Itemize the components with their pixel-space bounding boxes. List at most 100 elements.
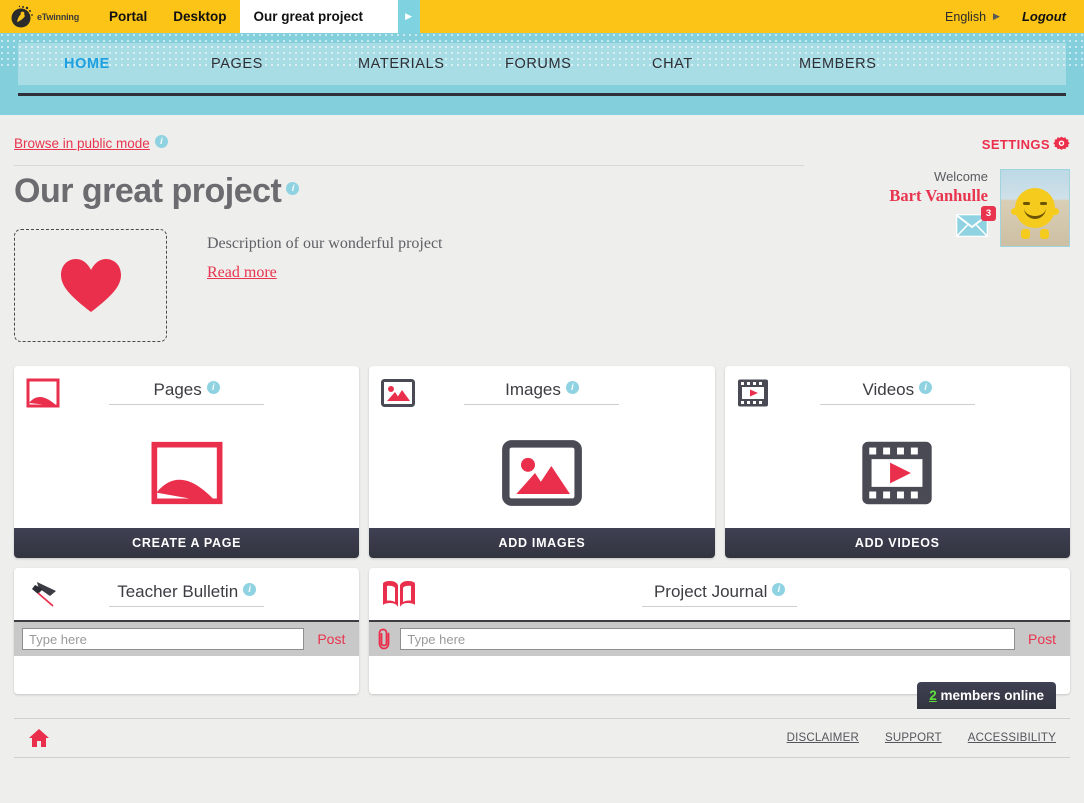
topnav-desktop[interactable]: Desktop [160, 0, 239, 33]
card-bulletin-header: Teacher Bulletin i [14, 568, 359, 620]
footer-link-support[interactable]: SUPPORT [885, 732, 942, 744]
card-journal-title-row: Project Journal i [653, 581, 786, 602]
image-icon-large [502, 440, 582, 506]
image-icon [381, 379, 416, 408]
info-icon-pages[interactable]: i [206, 380, 220, 394]
card-teacher-bulletin: Teacher Bulletin i Post [14, 568, 360, 695]
card-images-title: Images [505, 379, 561, 399]
card-videos-title-wrap: Videos i [819, 379, 975, 405]
members-online-badge[interactable]: 2 members online [917, 682, 1056, 710]
settings-button[interactable]: SETTINGS [982, 136, 1070, 153]
members-online-count[interactable]: 2 [929, 688, 937, 703]
tab-dropdown-arrow-icon[interactable]: ▶ [397, 0, 420, 33]
welcome-block: Welcome Bart Vanhulle 3 [804, 165, 1070, 342]
read-more-link[interactable]: Read more [207, 264, 277, 282]
footer: 2 members online DISCLAIMER SUPPORT ACCE… [14, 682, 1070, 759]
info-icon-videos[interactable]: i [919, 380, 933, 394]
card-images-title-rule [464, 403, 620, 405]
avatar-foot-left [1021, 229, 1030, 239]
nav-item-chat[interactable]: CHAT [652, 56, 693, 72]
card-pages-title-row: Pages i [154, 380, 220, 400]
card-images-body [369, 418, 714, 528]
video-icon [737, 379, 768, 407]
browse-public-mode-link[interactable]: Browse in public mode [14, 136, 150, 151]
open-book-icon [383, 581, 416, 608]
info-icon-images[interactable]: i [565, 380, 579, 394]
nav-slot-materials: MATERIALS [312, 55, 459, 73]
heart-icon [60, 259, 121, 313]
card-bulletin-title: Teacher Bulletin [117, 581, 239, 601]
project-description: Description of our wonderful project [207, 235, 443, 253]
pushpin-icon [32, 582, 56, 607]
etwinning-logo[interactable]: eTwinning [0, 0, 96, 33]
journal-post-row: Post [369, 620, 1070, 657]
home-icon[interactable] [28, 728, 50, 748]
create-a-page-button[interactable]: CREATE A PAGE [14, 528, 360, 559]
language-selector[interactable]: English ▶ [945, 10, 1000, 24]
nav-underline-rule [18, 93, 1066, 96]
card-pages-title: Pages [153, 379, 202, 399]
journal-input[interactable] [400, 628, 1015, 651]
language-label: English [945, 9, 987, 24]
bulletin-post-button[interactable]: Post [311, 631, 351, 647]
description-row: Description of our wonderful project Rea… [14, 229, 804, 343]
welcome-label: Welcome [934, 169, 988, 184]
main-navigation: HOME PAGES MATERIALS FORUMS CHAT MEMBERS [18, 43, 1066, 85]
footer-link-accessibility[interactable]: ACCESSIBILITY [968, 732, 1056, 744]
add-videos-button[interactable]: ADD VIDEOS [724, 528, 1070, 559]
logo-text: eTwinning [37, 11, 80, 22]
info-icon-title[interactable]: i [286, 182, 300, 195]
card-journal-title-wrap: Project Journal i [642, 581, 798, 607]
nav-slot-pages: PAGES [165, 55, 312, 73]
card-pages-title-rule [109, 403, 265, 405]
card-bulletin-title-wrap: Teacher Bulletin i [109, 581, 265, 607]
card-videos-body [725, 418, 1070, 528]
mail-count-badge: 3 [981, 206, 996, 221]
members-online-label: members online [940, 688, 1044, 704]
card-images-title-wrap: Images i [464, 379, 620, 405]
add-images-button[interactable]: ADD IMAGES [369, 528, 715, 559]
nav-item-materials[interactable]: MATERIALS [358, 56, 445, 72]
bulletin-empty-feed [14, 656, 360, 695]
utility-row: Browse in public mode i SETTINGS [14, 123, 1070, 165]
journal-post-button[interactable]: Post [1022, 631, 1062, 647]
welcome-text-group: Welcome Bart Vanhulle 3 [889, 169, 1000, 342]
nav-slot-chat: CHAT [606, 55, 753, 73]
avatar-smiley-face [1015, 188, 1055, 228]
chevron-right-icon: ▶ [993, 11, 1000, 21]
mail-button[interactable]: 3 [955, 206, 996, 242]
active-project-tab[interactable]: Our great project [239, 0, 398, 33]
avatar-foot-right [1040, 229, 1049, 239]
nav-item-forums[interactable]: FORUMS [505, 56, 571, 72]
info-icon-journal[interactable]: i [772, 582, 786, 596]
card-pages-body [14, 418, 359, 528]
nav-item-home[interactable]: HOME [64, 56, 110, 72]
paperclip-icon[interactable] [377, 628, 393, 650]
info-icon-bulletin[interactable]: i [243, 582, 257, 596]
card-journal-title-rule [642, 605, 798, 607]
logout-link[interactable]: Logout [1022, 9, 1066, 24]
header-left: Our great project i Description of our wo… [14, 165, 804, 343]
footer-link-disclaimer[interactable]: DISCLAIMER [787, 732, 859, 744]
card-videos-title-rule [819, 403, 975, 405]
avatar[interactable] [1000, 169, 1070, 247]
avatar-smile-mouth [1024, 205, 1046, 219]
bulletin-input[interactable] [22, 628, 305, 651]
card-videos-title: Videos [862, 379, 915, 399]
card-journal-header: Project Journal i [369, 568, 1070, 620]
page-title-group: Our great project i [14, 172, 804, 211]
topbar-right-group: English ▶ Logout [945, 0, 1084, 33]
avatar-arm-left [1011, 208, 1019, 215]
etwinning-logo-icon [11, 5, 33, 27]
nav-item-members[interactable]: MEMBERS [799, 56, 877, 72]
card-pages-title-wrap: Pages i [109, 380, 265, 405]
project-logo-placeholder[interactable] [14, 229, 167, 343]
avatar-arm-right [1051, 208, 1059, 215]
card-pages: Pages i CREATE A PAGE [14, 366, 360, 559]
bulletin-post-row: Post [14, 620, 360, 657]
nav-item-pages[interactable]: PAGES [211, 56, 263, 72]
topnav-portal[interactable]: Portal [96, 0, 160, 33]
info-icon-browse[interactable]: i [154, 135, 168, 148]
browse-public-mode-group: Browse in public mode i [14, 135, 168, 153]
card-journal-title: Project Journal [653, 581, 768, 601]
